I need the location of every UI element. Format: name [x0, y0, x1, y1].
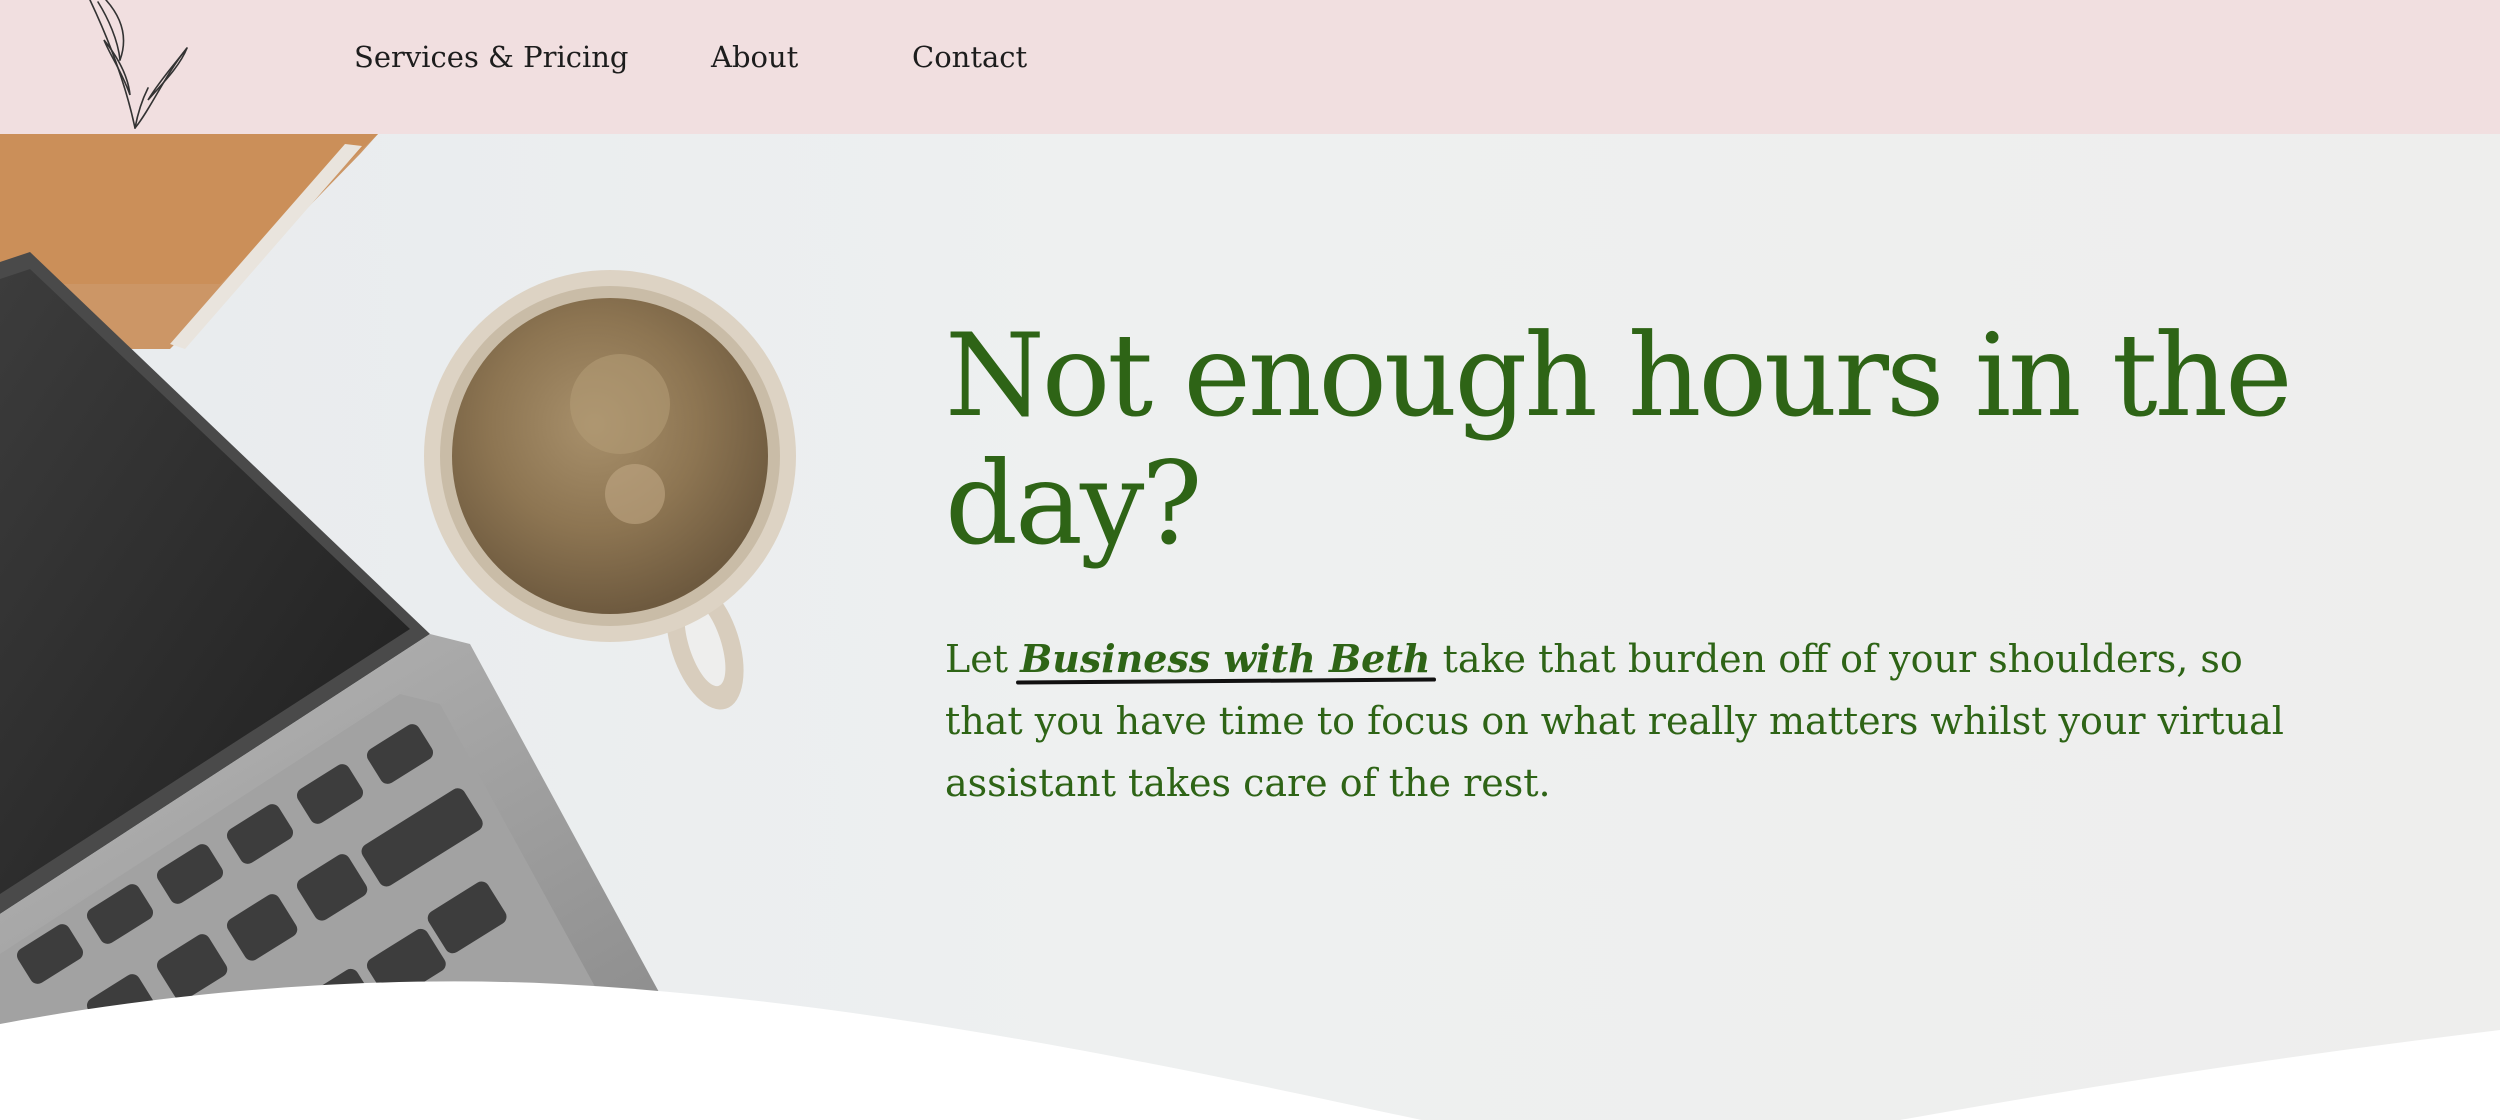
- intro-lead: Let: [945, 637, 1021, 681]
- hero-headline: Not enough hours in the day?: [945, 309, 2293, 570]
- site-header: Services & Pricing About Contact: [0, 0, 2500, 134]
- nav-contact[interactable]: Contact: [912, 40, 1027, 74]
- nav-services-pricing[interactable]: Services & Pricing: [354, 40, 629, 74]
- leaf-sprig-icon[interactable]: [80, 0, 200, 134]
- brand-name-link[interactable]: Business with Beth: [1020, 636, 1430, 681]
- nav-about[interactable]: About: [711, 40, 798, 74]
- hero-intro-text: Let Business with Beth take that burden …: [945, 628, 2325, 814]
- hero-wave-divider: [0, 981, 2500, 1120]
- hero-section: Not enough hours in the day? Let Busines…: [0, 134, 2500, 1120]
